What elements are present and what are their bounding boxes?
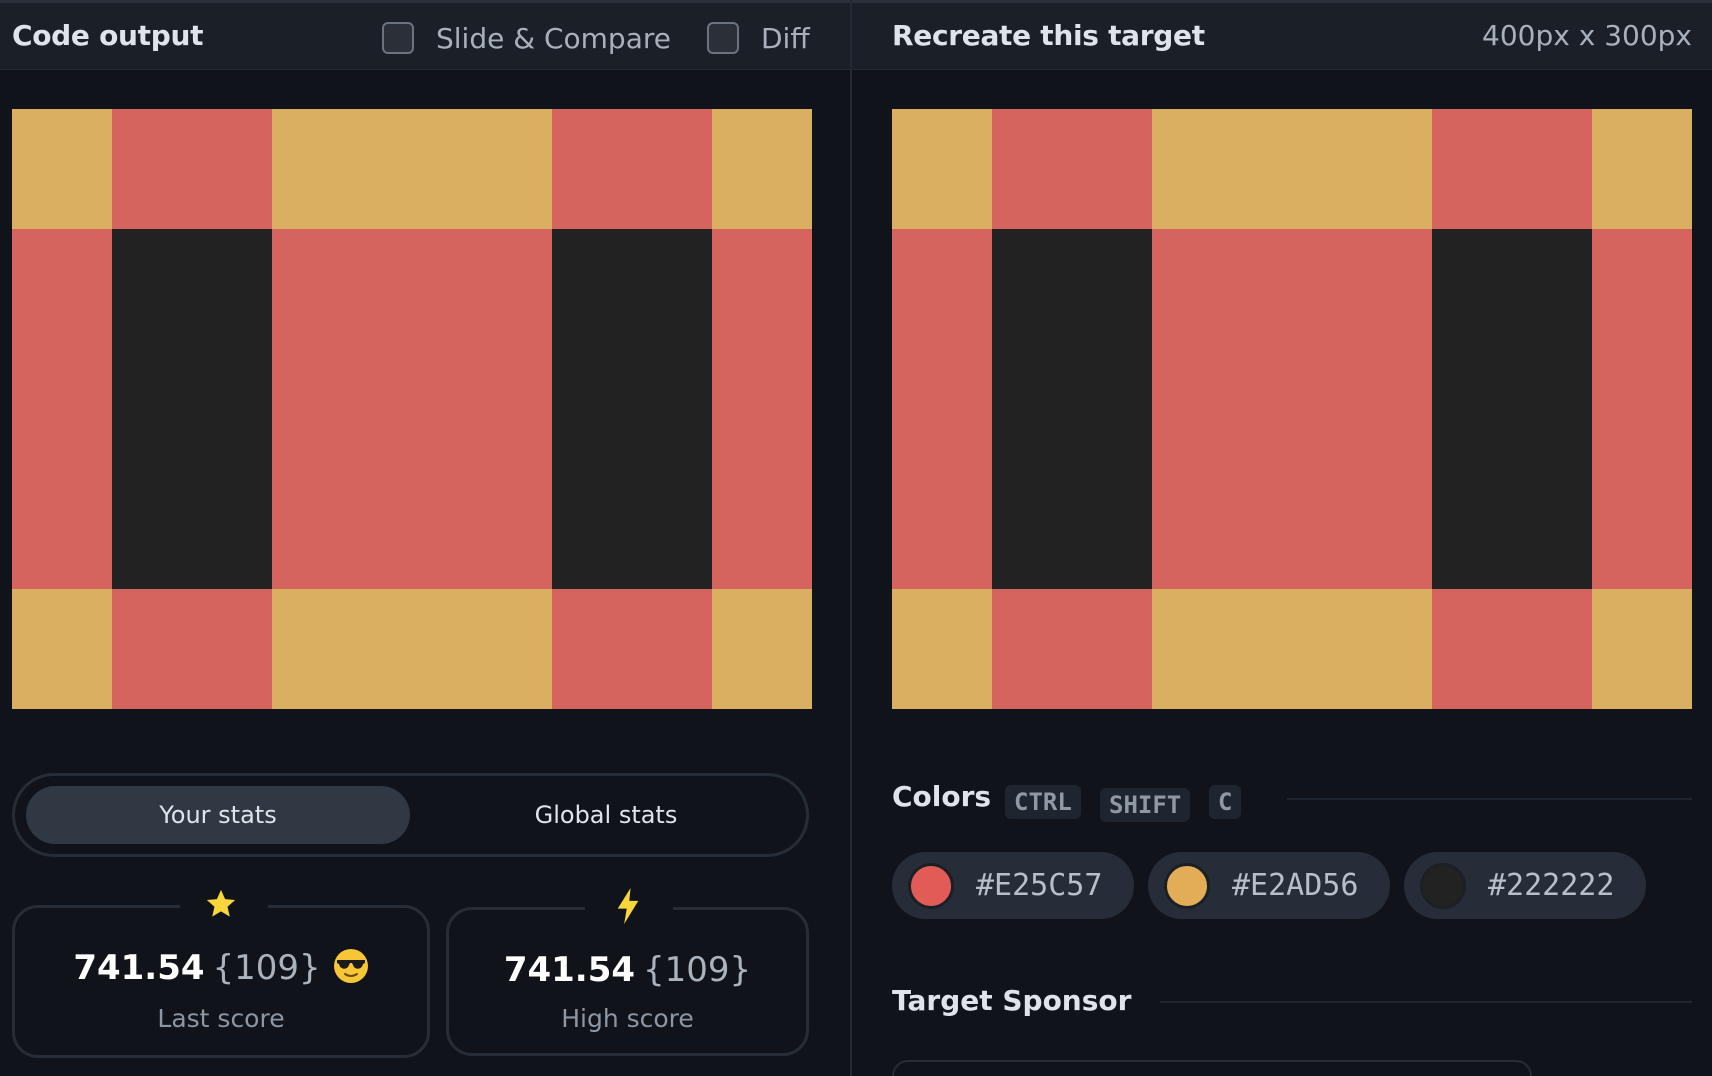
art-block-red <box>12 229 112 589</box>
diff-checkbox[interactable] <box>707 22 739 54</box>
art-block-dark <box>112 229 272 589</box>
diff-label: Diff <box>761 21 810 55</box>
color-hex: #222222 <box>1488 868 1615 903</box>
art-block-yellow <box>1152 109 1432 229</box>
art-block-red <box>112 109 272 229</box>
art-block-dark <box>992 229 1152 589</box>
code-output-canvas[interactable] <box>12 109 812 709</box>
art-block-yellow <box>1592 589 1692 709</box>
slide-compare-toggle[interactable]: Slide & Compare <box>382 20 671 56</box>
stats-tabs: Your stats Global stats <box>12 773 809 857</box>
high-score-value: 741.54 <box>503 950 636 990</box>
art-block-yellow <box>712 109 812 229</box>
last-score-value: 741.54 <box>73 948 205 988</box>
art-block-red <box>992 109 1152 229</box>
sponsor-divider <box>1160 1001 1692 1003</box>
art-block-red <box>1592 229 1692 589</box>
art-block-red <box>1152 229 1432 589</box>
color-dot <box>1420 862 1466 909</box>
diff-toggle[interactable]: Diff <box>707 20 810 56</box>
color-swatch-yellow[interactable]: #E2AD56 <box>1148 852 1390 919</box>
art-block-yellow <box>712 589 812 709</box>
colors-divider <box>1287 798 1692 800</box>
color-swatch-dark[interactable]: #222222 <box>1404 852 1646 919</box>
art-block-yellow <box>12 109 112 229</box>
last-score-card: 741.54 {109} Last score <box>12 889 430 1058</box>
target-dimensions: 400px x 300px <box>1482 19 1692 52</box>
high-score-label: High score <box>561 1004 694 1033</box>
lightning-icon <box>608 886 648 926</box>
art-block-yellow <box>272 589 552 709</box>
sponsor-box[interactable] <box>892 1060 1532 1076</box>
art-block-dark <box>552 229 712 589</box>
target-header: Recreate this target 400px x 300px <box>852 0 1712 70</box>
colors-heading: Colors <box>892 780 992 813</box>
code-output-title: Code output <box>12 19 204 52</box>
target-sponsor-heading: Target Sponsor <box>892 984 1132 1017</box>
high-score-line: 741.54 {109} <box>449 950 806 990</box>
art-block-yellow <box>12 589 112 709</box>
shortcut-key-shift: SHIFT <box>1100 788 1191 822</box>
shortcut-key-c: C <box>1209 785 1242 819</box>
art-block-red <box>552 109 712 229</box>
art-block-red <box>112 589 272 709</box>
slide-compare-label: Slide & Compare <box>436 21 671 55</box>
color-dot <box>908 862 954 909</box>
star-icon <box>201 884 241 924</box>
shortcut-key-ctrl: CTRL <box>1005 785 1081 819</box>
app: Code output Slide & Compare Diff Your st… <box>0 0 1712 1076</box>
last-score-label: Last score <box>157 1004 285 1033</box>
art-block-red <box>1432 109 1592 229</box>
tab-your-stats[interactable]: Your stats <box>26 786 410 844</box>
high-score-card: 741.54 {109} High score <box>446 888 809 1056</box>
art-block-red <box>712 229 812 589</box>
art-block-yellow <box>1152 589 1432 709</box>
last-score-count: {109} <box>212 948 321 988</box>
color-swatch-red[interactable]: #E25C57 <box>892 852 1134 919</box>
last-score-line: 741.54 {109} <box>15 948 427 988</box>
art-block-red <box>992 589 1152 709</box>
art-block-red <box>552 589 712 709</box>
art-block-red <box>892 229 992 589</box>
target-title: Recreate this target <box>892 19 1205 52</box>
code-output-panel: Code output Slide & Compare Diff Your st… <box>0 0 850 1076</box>
art-block-yellow <box>892 589 992 709</box>
art-block-yellow <box>272 109 552 229</box>
art-block-red <box>1432 589 1592 709</box>
target-panel: Recreate this target 400px x 300px Color… <box>852 0 1712 1076</box>
color-dot <box>1164 862 1210 909</box>
target-canvas <box>892 109 1692 709</box>
art-block-yellow <box>892 109 992 229</box>
code-output-header: Code output Slide & Compare Diff <box>0 0 850 70</box>
art-block-dark <box>1432 229 1592 589</box>
sunglasses-emoji-icon <box>333 948 369 984</box>
color-hex: #E25C57 <box>976 868 1103 903</box>
art-block-yellow <box>1592 109 1692 229</box>
tab-global-stats[interactable]: Global stats <box>414 786 798 844</box>
slide-compare-checkbox[interactable] <box>382 22 414 54</box>
color-hex: #E2AD56 <box>1232 868 1359 903</box>
high-score-count: {109} <box>643 950 752 990</box>
art-block-red <box>272 229 552 589</box>
